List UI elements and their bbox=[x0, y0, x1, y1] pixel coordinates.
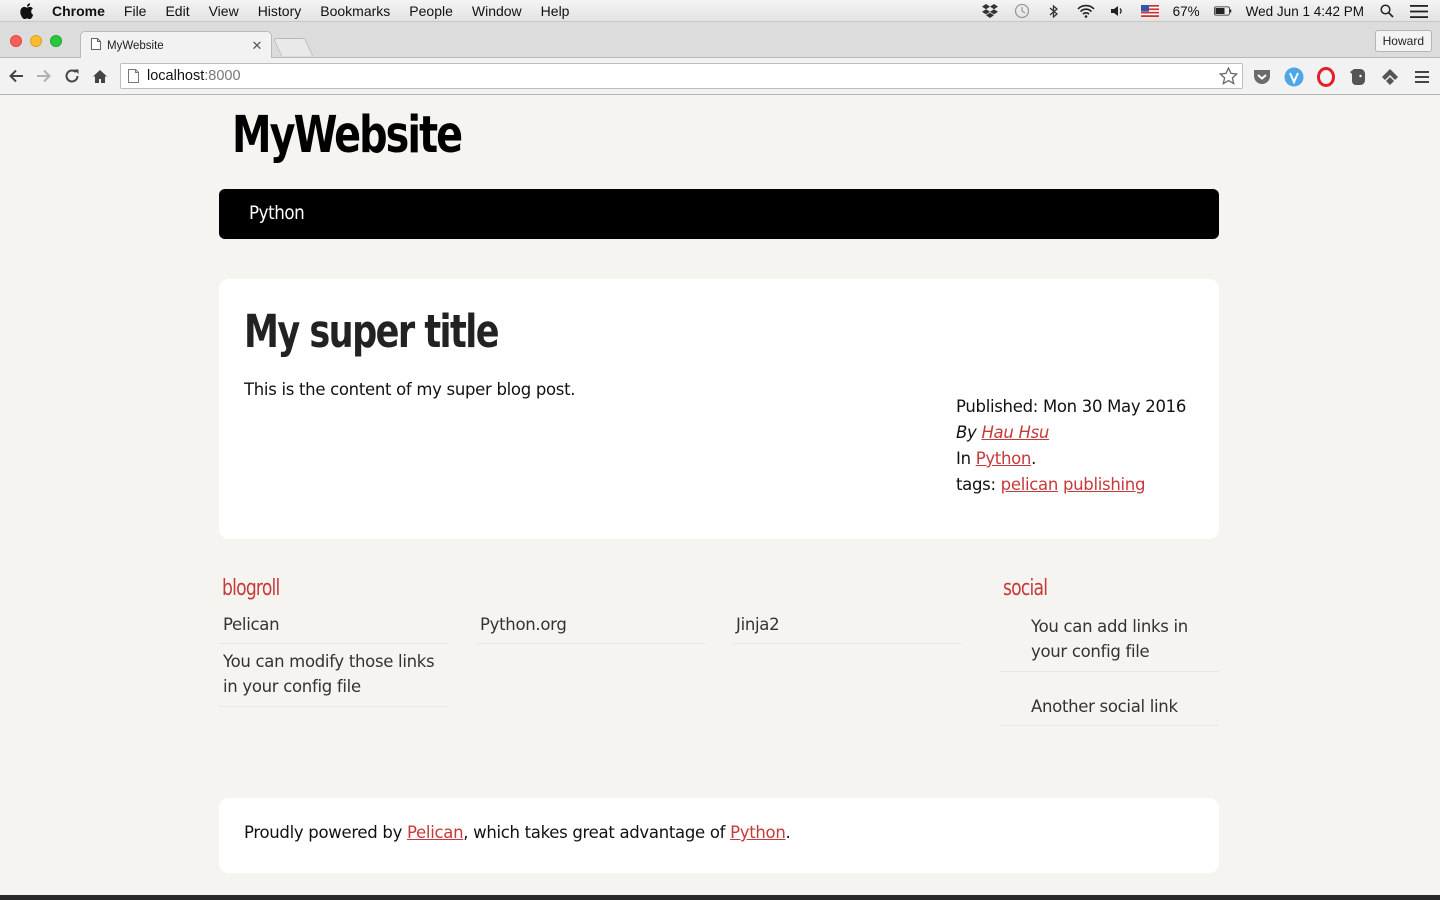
new-tab-button[interactable] bbox=[272, 38, 314, 56]
blogroll-heading: blogroll bbox=[222, 576, 280, 601]
opera-extension-icon[interactable] bbox=[1316, 67, 1336, 87]
author-link[interactable]: Hau Hsu bbox=[981, 423, 1049, 442]
blogroll-link-config-note[interactable]: You can modify those links in your confi… bbox=[219, 649, 449, 707]
battery-percent: 67% bbox=[1172, 3, 1200, 19]
tag-link-pelican[interactable]: pelican bbox=[1001, 475, 1059, 494]
page-icon bbox=[91, 38, 101, 53]
category-link[interactable]: Python bbox=[976, 449, 1032, 468]
published-date: Published: Mon 30 May 2016 bbox=[956, 397, 1187, 416]
volume-icon[interactable] bbox=[1109, 4, 1127, 18]
window-bottom-edge bbox=[0, 895, 1440, 900]
browser-toolbar: localhost:8000 bbox=[0, 58, 1440, 95]
blogroll-link-pelican[interactable]: Pelican bbox=[219, 612, 449, 644]
footer-link-python[interactable]: Python bbox=[730, 823, 786, 842]
social-link-config-note[interactable]: You can add links in your config file bbox=[1000, 614, 1219, 672]
footer-link-pelican[interactable]: Pelican bbox=[407, 823, 464, 842]
menu-file[interactable]: File bbox=[124, 0, 147, 22]
vimium-extension-icon[interactable] bbox=[1284, 67, 1304, 87]
close-tab-icon[interactable]: ✕ bbox=[249, 38, 265, 54]
article-meta: Published: Mon 30 May 2016 By Hau Hsu In… bbox=[956, 394, 1186, 498]
footer-suffix: . bbox=[785, 823, 791, 842]
menu-view[interactable]: View bbox=[209, 0, 239, 22]
blogroll-link-python-org[interactable]: Python.org bbox=[476, 612, 706, 644]
us-flag-icon[interactable] bbox=[1140, 4, 1159, 18]
spotlight-search-icon[interactable] bbox=[1378, 4, 1396, 18]
browser-tab-active[interactable]: MyWebsite ✕ bbox=[80, 31, 272, 59]
time-machine-icon[interactable] bbox=[1013, 3, 1031, 19]
maximize-window-button[interactable] bbox=[50, 35, 62, 47]
url-port: :8000 bbox=[204, 68, 241, 84]
site-title[interactable]: MyWebsite bbox=[232, 106, 463, 165]
tags-prefix: tags: bbox=[956, 475, 996, 494]
menu-help[interactable]: Help bbox=[541, 0, 570, 22]
article-card: My super title This is the content of my… bbox=[219, 279, 1219, 539]
forward-arrow-icon[interactable] bbox=[34, 66, 54, 86]
bookmark-star-icon[interactable] bbox=[1218, 66, 1239, 89]
window-controls bbox=[10, 35, 62, 47]
social-heading: social bbox=[1003, 576, 1048, 601]
pocket-extension-icon[interactable] bbox=[1252, 67, 1272, 87]
os-menubar: Chrome File Edit View History Bookmarks … bbox=[0, 0, 1440, 22]
page-info-icon[interactable] bbox=[128, 69, 139, 83]
wifi-icon[interactable] bbox=[1077, 4, 1095, 18]
site-footer: Proudly powered by Pelican, which takes … bbox=[219, 798, 1219, 873]
menubar-status-area: 67% Wed Jun 1 4:42 PM bbox=[981, 0, 1428, 22]
menu-people[interactable]: People bbox=[409, 0, 453, 22]
reload-icon[interactable] bbox=[62, 66, 82, 86]
minimize-window-button[interactable] bbox=[30, 35, 42, 47]
article-title[interactable]: My super title bbox=[244, 305, 500, 358]
tab-title: MyWebsite bbox=[107, 39, 164, 52]
menu-window[interactable]: Window bbox=[472, 0, 522, 22]
notification-center-icon[interactable] bbox=[1410, 4, 1428, 18]
nav-item-python[interactable]: Python bbox=[249, 202, 305, 224]
footer-text: Proudly powered by Pelican, which takes … bbox=[244, 823, 791, 842]
footer-prefix: Proudly powered by bbox=[244, 823, 403, 842]
home-icon[interactable] bbox=[90, 66, 110, 86]
category-prefix: In bbox=[956, 449, 971, 468]
url-host: localhost bbox=[147, 68, 205, 84]
evernote-extension-icon[interactable] bbox=[1348, 67, 1368, 87]
back-arrow-icon[interactable] bbox=[6, 66, 26, 86]
author-line: By Hau Hsu bbox=[956, 420, 1186, 446]
article-content: This is the content of my super blog pos… bbox=[244, 380, 576, 399]
menu-app-name[interactable]: Chrome bbox=[52, 0, 105, 22]
site-navbar: Python bbox=[219, 189, 1219, 239]
tag-link-publishing[interactable]: publishing bbox=[1063, 475, 1145, 494]
category-line: In Python. bbox=[956, 449, 1037, 468]
close-window-button[interactable] bbox=[10, 35, 22, 47]
menu-edit[interactable]: Edit bbox=[165, 0, 189, 22]
battery-icon[interactable] bbox=[1213, 4, 1232, 18]
bluetooth-icon[interactable] bbox=[1045, 4, 1063, 18]
footer-middle: , which takes great advantage of bbox=[463, 823, 726, 842]
profile-button[interactable]: Howard bbox=[1374, 30, 1432, 52]
social-link-another[interactable]: Another social link bbox=[1000, 694, 1219, 726]
blogroll-link-jinja2[interactable]: Jinja2 bbox=[732, 612, 962, 644]
feedly-extension-icon[interactable] bbox=[1380, 67, 1400, 87]
dropbox-icon[interactable] bbox=[981, 4, 999, 18]
address-bar[interactable]: localhost:8000 bbox=[120, 63, 1243, 89]
author-prefix: By bbox=[956, 423, 977, 442]
menu-bookmarks[interactable]: Bookmarks bbox=[320, 0, 390, 22]
tags-line: tags: pelican publishing bbox=[956, 472, 1186, 498]
chrome-menu-icon[interactable] bbox=[1412, 67, 1432, 87]
apple-icon[interactable] bbox=[18, 0, 36, 22]
menu-history[interactable]: History bbox=[258, 0, 302, 22]
clock[interactable]: Wed Jun 1 4:42 PM bbox=[1246, 4, 1364, 19]
browser-tab-strip: MyWebsite ✕ Howard bbox=[0, 22, 1440, 59]
